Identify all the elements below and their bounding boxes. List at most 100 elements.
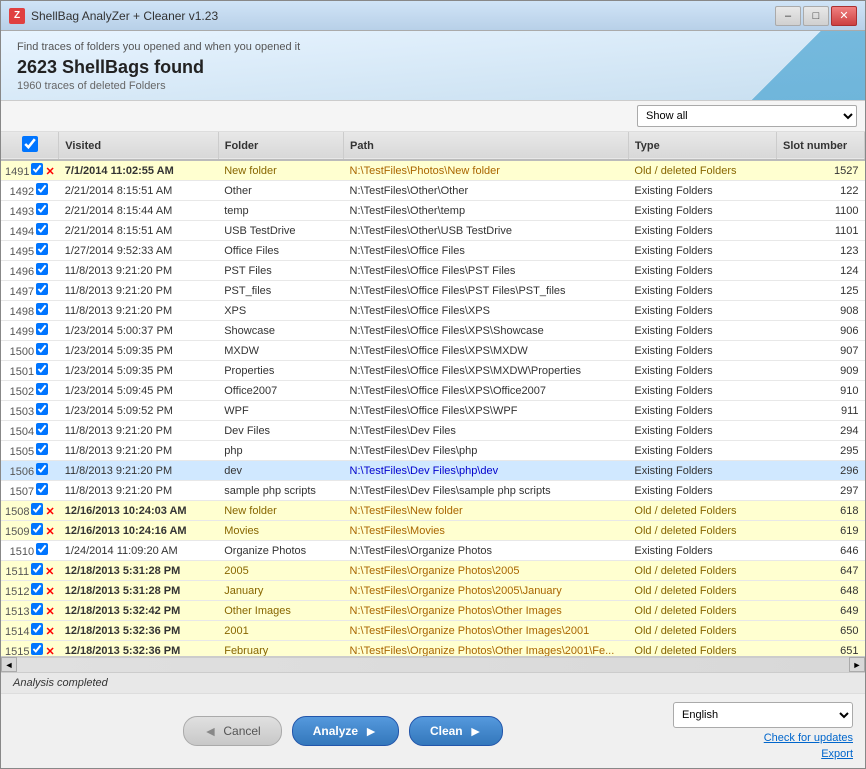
row-id-cell[interactable]: 1497 [1, 281, 59, 301]
cell-path: N:\TestFiles\Dev Files\sample php script… [344, 481, 629, 501]
row-checkbox[interactable] [36, 543, 48, 555]
row-id-cell[interactable]: 1500 [1, 341, 59, 361]
row-checkbox[interactable] [36, 383, 48, 395]
row-id-cell[interactable]: 1513✕ [1, 601, 59, 621]
row-checkbox[interactable] [31, 643, 43, 655]
cancel-button[interactable]: ◄ Cancel [183, 716, 282, 746]
select-all-checkbox[interactable] [22, 136, 38, 152]
cell-type: Existing Folders [628, 181, 776, 201]
row-id-cell[interactable]: 1491✕ [1, 160, 59, 181]
row-id-cell[interactable]: 1501 [1, 361, 59, 381]
cell-path: N:\TestFiles\Organize Photos\2005 [344, 561, 629, 581]
row-checkbox[interactable] [36, 303, 48, 315]
row-id-cell[interactable]: 1503 [1, 401, 59, 421]
row-checkbox[interactable] [36, 203, 48, 215]
row-id-cell[interactable]: 1504 [1, 421, 59, 441]
cell-folder: Movies [218, 521, 343, 541]
cancel-left-arrow: ◄ [204, 723, 218, 739]
row-id-cell[interactable]: 1505 [1, 441, 59, 461]
row-checkbox[interactable] [31, 603, 43, 615]
row-id-cell[interactable]: 1511✕ [1, 561, 59, 581]
col-checkbox[interactable] [1, 132, 59, 160]
row-checkbox[interactable] [36, 323, 48, 335]
row-checkbox[interactable] [36, 243, 48, 255]
clean-button[interactable]: Clean ► [409, 716, 504, 746]
cell-folder: PST Files [218, 261, 343, 281]
cell-path: N:\TestFiles\Photos\New folder [344, 160, 629, 181]
maximize-button[interactable]: □ [803, 6, 829, 26]
row-checkbox[interactable] [36, 283, 48, 295]
cell-folder: Other [218, 181, 343, 201]
row-id-cell[interactable]: 1495 [1, 241, 59, 261]
minimize-button[interactable]: – [775, 6, 801, 26]
deleted-x-mark: ✕ [45, 646, 54, 656]
cell-path: N:\TestFiles\Office Files\XPS [344, 301, 629, 321]
row-checkbox[interactable] [31, 583, 43, 595]
row-id-cell[interactable]: 1502 [1, 381, 59, 401]
row-checkbox[interactable] [36, 463, 48, 475]
row-id-cell[interactable]: 1498 [1, 301, 59, 321]
row-id-cell[interactable]: 1507 [1, 481, 59, 501]
row-id-cell[interactable]: 1512✕ [1, 581, 59, 601]
check-updates-link[interactable]: Check for updates [764, 732, 853, 744]
analyze-button[interactable]: Analyze ► [292, 716, 399, 746]
deleted-x-mark: ✕ [45, 506, 54, 518]
row-checkbox[interactable] [31, 563, 43, 575]
row-id-cell[interactable]: 1514✕ [1, 621, 59, 641]
row-id-cell[interactable]: 1499 [1, 321, 59, 341]
close-button[interactable]: ✕ [831, 6, 857, 26]
cell-type: Old / deleted Folders [628, 621, 776, 641]
table-row: 150511/8/2013 9:21:20 PMphpN:\TestFiles\… [1, 441, 865, 461]
export-link[interactable]: Export [821, 748, 853, 760]
row-id-cell[interactable]: 1508 ✕ [1, 501, 59, 521]
filter-select[interactable]: Show all Show deleted only Show existing… [637, 105, 857, 127]
row-number: 1514 [5, 626, 29, 638]
analyze-label: Analyze [313, 724, 358, 738]
row-id-cell[interactable]: 1509✕ [1, 521, 59, 541]
row-checkbox[interactable] [36, 343, 48, 355]
clean-label: Clean [430, 724, 463, 738]
row-checkbox[interactable] [31, 623, 43, 635]
row-checkbox[interactable] [36, 403, 48, 415]
row-checkbox[interactable] [36, 363, 48, 375]
cell-visited: 12/18/2013 5:31:28 PM [59, 581, 219, 601]
row-checkbox[interactable] [31, 523, 43, 535]
row-checkbox[interactable] [36, 483, 48, 495]
row-checkbox[interactable] [36, 183, 48, 195]
row-id-cell[interactable]: 1515✕ [1, 641, 59, 657]
cell-slot: 122 [777, 181, 865, 201]
cell-type: Existing Folders [628, 361, 776, 381]
cell-folder: temp [218, 201, 343, 221]
table-row: 149611/8/2013 9:21:20 PMPST FilesN:\Test… [1, 261, 865, 281]
cell-type: Existing Folders [628, 381, 776, 401]
row-checkbox[interactable] [36, 423, 48, 435]
cell-slot: 124 [777, 261, 865, 281]
row-id-cell[interactable]: 1506 [1, 461, 59, 481]
cell-path: N:\TestFiles\Other\USB TestDrive [344, 221, 629, 241]
row-number: 1508 [5, 506, 29, 518]
row-number: 1510 [10, 546, 34, 558]
row-id-cell[interactable]: 1510 [1, 541, 59, 561]
analyze-right-arrow: ► [364, 723, 378, 739]
cell-type: Existing Folders [628, 421, 776, 441]
scroll-left-button[interactable]: ◄ [1, 657, 17, 672]
row-id-cell[interactable]: 1493 [1, 201, 59, 221]
cell-folder: February [218, 641, 343, 657]
row-number: 1513 [5, 606, 29, 618]
deleted-x-mark: ✕ [45, 566, 54, 578]
row-checkbox[interactable] [36, 443, 48, 455]
row-checkbox[interactable] [31, 503, 43, 515]
row-checkbox[interactable] [36, 263, 48, 275]
row-id-cell[interactable]: 1492 [1, 181, 59, 201]
row-id-cell[interactable]: 1494 [1, 221, 59, 241]
row-checkbox[interactable] [31, 163, 43, 175]
row-id-cell[interactable]: 1496 [1, 261, 59, 281]
row-number: 1499 [10, 326, 34, 338]
scroll-right-button[interactable]: ► [849, 657, 865, 672]
table-row: 1491✕7/1/2014 11:02:55 AMNew folderN:\Te… [1, 160, 865, 181]
col-path: Path [344, 132, 629, 160]
table-row: 14942/21/2014 8:15:51 AMUSB TestDriveN:\… [1, 221, 865, 241]
row-checkbox[interactable] [36, 223, 48, 235]
language-select[interactable]: English German French Spanish [673, 702, 853, 728]
cell-type: Existing Folders [628, 221, 776, 241]
